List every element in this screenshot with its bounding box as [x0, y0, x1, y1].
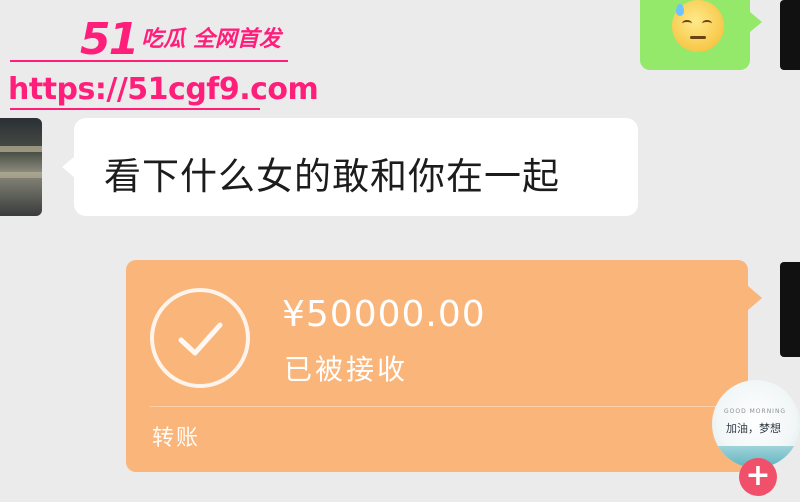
transfer-status: 已被接收 — [284, 353, 409, 386]
watermark-underline-bottom — [10, 108, 260, 110]
plus-icon[interactable]: + — [739, 458, 777, 496]
transfer-amount: ¥50000.00 — [282, 294, 486, 335]
sticker-tiny-text: GOOD MORNING — [724, 408, 787, 415]
incoming-message-bubble[interactable]: 看下什么女的敢和你在一起 — [62, 118, 638, 216]
my-avatar[interactable] — [780, 0, 800, 70]
bubble-tail — [62, 156, 75, 178]
my-avatar[interactable] — [780, 262, 800, 357]
transfer-label: 转账 — [152, 426, 201, 451]
avatar-highlight — [0, 146, 42, 152]
sweat-drop — [676, 4, 684, 16]
sticker-text: 加油，梦想 — [726, 422, 781, 435]
watermark-brand: 51 吃瓜 全网首发 — [80, 14, 281, 65]
my-emoji-message[interactable] — [640, 0, 762, 70]
contact-avatar[interactable] — [0, 118, 42, 216]
emoji-eye-left — [682, 20, 692, 27]
check-mark — [178, 322, 223, 356]
emoji-eye-right — [702, 20, 712, 27]
check-icon — [150, 288, 250, 388]
card-divider — [150, 406, 748, 407]
sweat-emoji-icon — [672, 0, 724, 52]
watermark-brand-number: 51 — [80, 14, 139, 65]
watermark-underline-top — [10, 60, 288, 62]
sticker-avatar[interactable]: GOOD MORNING 加油，梦想 — [712, 380, 800, 468]
watermark-brand-text: 吃瓜 全网首发 — [141, 27, 281, 52]
transfer-card[interactable]: ¥50000.00 已被接收 转账 — [126, 260, 762, 472]
bubble-tail — [748, 286, 762, 310]
emoji-mouth — [690, 36, 706, 39]
bubble-tail — [750, 12, 762, 32]
avatar-highlight — [0, 172, 42, 178]
watermark-url: https://51cgf9.com — [8, 72, 319, 107]
incoming-message-text: 看下什么女的敢和你在一起 — [104, 155, 560, 198]
